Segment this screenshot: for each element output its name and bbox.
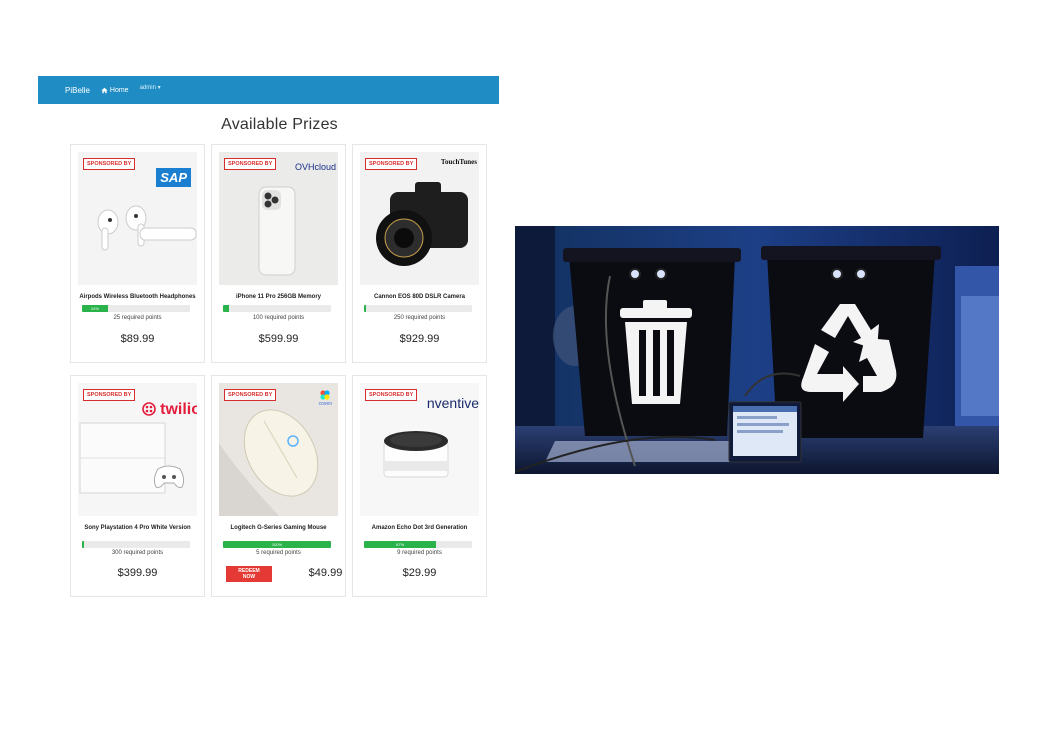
- prize-name: Cannon EOS 80D DSLR Camera: [373, 294, 466, 300]
- progress-bar: 67%: [364, 541, 472, 548]
- required-points: 250 required points: [393, 315, 446, 321]
- brand-link[interactable]: PiBelle: [65, 86, 90, 95]
- progress-fill: 100%: [223, 541, 331, 548]
- prize-card-mouse: SPONSORED BY coveo Logitech G-Series Gam…: [211, 375, 346, 597]
- sponsor-badge: SPONSORED BY: [365, 389, 418, 401]
- prize-name: Logitech G-Series Gaming Mouse: [230, 525, 327, 531]
- user-dropdown[interactable]: admin ▾: [140, 84, 161, 91]
- progress-fill: 24%: [82, 305, 108, 312]
- home-link[interactable]: Home: [101, 87, 129, 94]
- progress-bar: [82, 541, 190, 548]
- prize-name: iPhone 11 Pro 256GB Memory: [235, 294, 322, 300]
- sponsor-badge: SPONSORED BY: [365, 158, 418, 170]
- prize-name: Sony Playstation 4 Pro White Version: [84, 525, 191, 531]
- twilio-icon: [141, 402, 156, 416]
- prize-card-camera: SPONSORED BY TouchTunes Cannon EOS 80D D…: [352, 144, 487, 363]
- prize-price: $89.99: [120, 333, 155, 345]
- smart-bins-photo: [515, 226, 999, 474]
- page-title: Available Prizes: [221, 116, 338, 133]
- prize-image-airpods: SPONSORED BY SAP: [78, 152, 197, 285]
- progress-bar: [223, 305, 331, 312]
- sponsor-badge: SPONSORED BY: [224, 158, 277, 170]
- trash-can-icon: [620, 300, 692, 404]
- sponsor-logo-ovhcloud: OVHcloud: [294, 162, 336, 172]
- progress-fill: [82, 541, 84, 548]
- progress-bar: 24%: [82, 305, 190, 312]
- sponsor-logo-sap: SAP: [156, 168, 191, 187]
- progress-bar: [364, 305, 472, 312]
- progress-fill: [223, 305, 230, 312]
- coveo-icon: [320, 390, 330, 400]
- sponsor-badge: SPONSORED BY: [83, 389, 136, 401]
- prize-card-echo-dot: SPONSORED BY nventive Amazon Echo Dot 3r…: [352, 375, 487, 597]
- sponsor-logo-touchtunes: TouchTunes: [440, 158, 477, 166]
- prize-card-playstation: SPONSORED BY twilio Sony Playstation 4 P…: [70, 375, 205, 597]
- prize-name: Airpods Wireless Bluetooth Headphones: [79, 294, 196, 300]
- prize-card-airpods: SPONSORED BY SAP Airpods Wireless Blueto…: [70, 144, 205, 363]
- progress-bar: 100%: [223, 541, 331, 548]
- sponsor-logo-twilio: twilio: [141, 401, 197, 419]
- prizes-app-screenshot: PiBelle Home admin ▾ Available Prizes SP…: [38, 76, 499, 598]
- prize-image-camera: SPONSORED BY TouchTunes: [360, 152, 479, 285]
- sponsor-logo-coveo: coveo: [319, 389, 332, 407]
- prize-image-mouse: SPONSORED BY coveo: [219, 383, 338, 516]
- required-points: 25 required points: [113, 315, 162, 321]
- prize-image-echo-dot: SPONSORED BY nventive: [360, 383, 479, 516]
- prize-price: $929.99: [399, 333, 440, 345]
- twilio-wordmark: twilio: [160, 401, 197, 418]
- navbar: PiBelle Home admin ▾: [38, 76, 499, 104]
- sponsor-logo-nventive: nventive: [426, 395, 479, 411]
- required-points: 100 required points: [252, 315, 305, 321]
- prize-name: Amazon Echo Dot 3rd Generation: [371, 525, 468, 531]
- prize-price: $599.99: [258, 333, 299, 345]
- required-points: 5 required points: [256, 550, 301, 556]
- progress-fill: [364, 305, 367, 312]
- progress-fill: 67%: [364, 541, 437, 548]
- prize-card-iphone: SPONSORED BY OVHcloud iPhone 11 Pro 256G…: [211, 144, 346, 363]
- sponsor-badge: SPONSORED BY: [224, 389, 277, 401]
- prize-image-playstation: SPONSORED BY twilio: [78, 383, 197, 516]
- required-points: 300 required points: [111, 550, 164, 556]
- home-link-label: Home: [109, 86, 129, 94]
- prize-price: $29.99: [402, 567, 437, 579]
- prize-price: $399.99: [117, 567, 158, 579]
- home-icon: [101, 87, 108, 93]
- sponsor-badge: SPONSORED BY: [83, 158, 136, 170]
- prize-image-iphone: SPONSORED BY OVHcloud: [219, 152, 338, 285]
- required-points: 9 required points: [397, 550, 442, 556]
- coveo-wordmark: coveo: [318, 401, 332, 407]
